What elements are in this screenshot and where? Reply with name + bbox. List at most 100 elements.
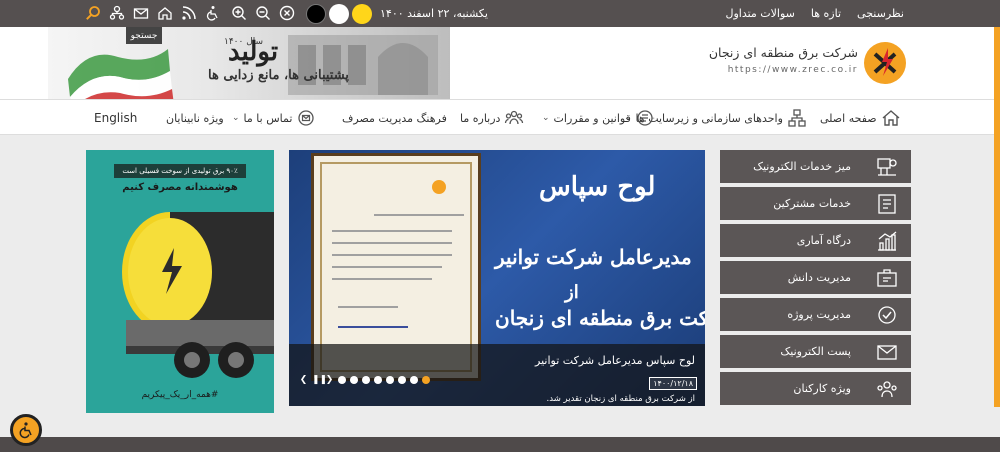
caption-title[interactable]: لوح سپاس مدیرعامل شرکت توانیر (535, 354, 695, 367)
nav-units-label: واحدهای سازمانی و زیرسایت ها (635, 111, 783, 125)
nav-home-label: صفحه اصلی (820, 111, 877, 125)
nav-contact[interactable]: تماس با ما ⌄ (232, 100, 316, 136)
accessibility-widget-button[interactable] (10, 414, 42, 446)
brand-url: https://www.zrec.co.ir (727, 65, 858, 75)
email-icon (877, 345, 897, 360)
service-label: مدیریت دانش (787, 271, 851, 284)
services-menu: میز خدمات الکترونیک خدمات مشترکین درگاه … (720, 150, 911, 405)
battery-truck-illustration (122, 212, 274, 378)
service-item[interactable]: درگاه آماری (720, 224, 911, 257)
pause-icon[interactable]: ❚❚ (312, 375, 327, 385)
contrast-yellow-button[interactable] (352, 4, 372, 24)
wheelchair-icon (19, 422, 32, 439)
zoom-in-icon[interactable] (230, 4, 248, 22)
slide-line-4: شرکت برق منطقه ای زنجان (495, 306, 705, 330)
current-date: یکشنبه، ۲۲ اسفند ۱۴۰۰ (380, 7, 488, 20)
prev-arrow-icon[interactable]: ❮ (299, 375, 308, 385)
main-content: ۹۰٪ برق تولیدی از سوخت فسیلی است هوشمندا… (0, 135, 1000, 437)
footer-band (0, 437, 1000, 452)
service-item[interactable]: خدمات مشترکین (720, 187, 911, 220)
sitemap-mail-icon[interactable] (132, 4, 150, 22)
home-icon[interactable] (156, 4, 174, 22)
caption-description: از شرکت برق منطقه ای زنجان تقدیر شد. (546, 394, 695, 404)
contrast-white-button[interactable] (329, 4, 349, 24)
search-button[interactable]: جستجو (126, 27, 162, 44)
main-nav: صفحه اصلی واحدهای سازمانی و زیرسایت ها ⌄… (0, 99, 1000, 135)
nav-culture-label: فرهنگ مدیریت مصرف (342, 111, 447, 125)
slider-controls: ❮ ❚❚ ❯ (299, 375, 430, 385)
certificate-signature (338, 326, 408, 328)
slider-dot[interactable] (362, 376, 370, 384)
nav-blind[interactable]: ویژه نابینایان (166, 100, 224, 136)
ad-title: هوشمندانه مصرف کنیم (122, 182, 238, 193)
energy-saving-ad[interactable]: ۹۰٪ برق تولیدی از سوخت فسیلی است هوشمندا… (86, 150, 274, 413)
nav-laws[interactable]: قوانین و مقررات ⌄ (542, 100, 655, 136)
brand-title[interactable]: شرکت برق منطقه ای زنجان (709, 45, 858, 60)
service-label: درگاه آماری (796, 234, 851, 247)
certificate-text-line (338, 306, 398, 308)
reset-zoom-icon[interactable] (278, 4, 296, 22)
service-item[interactable]: مدیریت دانش (720, 261, 911, 294)
caption-date: ۱۴۰۰/۱۲/۱۸ (649, 377, 697, 390)
slider-dot[interactable] (410, 376, 418, 384)
site-header: سال ۱۴۰۰ تولید پشتیبانی ها، مانع زدایی ه… (0, 27, 1000, 99)
nav-culture[interactable]: فرهنگ مدیریت مصرف (342, 100, 447, 136)
top-bar: نظرسنجی تازه ها سوالات متداول یکشنبه، ۲۲… (0, 0, 1000, 27)
page-scrollbar[interactable] (994, 27, 1000, 407)
nav-home[interactable]: صفحه اصلی (820, 100, 901, 136)
slider-dot[interactable] (386, 376, 394, 384)
service-label: میز خدمات الکترونیک (753, 160, 851, 173)
slider-dot[interactable] (374, 376, 382, 384)
top-links: نظرسنجی تازه ها سوالات متداول (725, 0, 904, 27)
contrast-black-button[interactable] (306, 4, 326, 24)
search-icon[interactable] (84, 4, 102, 22)
sitemap-icon[interactable] (108, 4, 126, 22)
certificate-text-line (332, 266, 442, 268)
project-icon (878, 306, 896, 324)
service-desk-icon (877, 158, 897, 176)
slider-dot[interactable] (338, 376, 346, 384)
customers-icon (878, 194, 896, 214)
people-icon (505, 110, 524, 125)
slider-dot[interactable] (350, 376, 358, 384)
service-item[interactable]: مدیریت پروژه (720, 298, 911, 331)
accessibility-icon[interactable] (204, 4, 222, 22)
service-item[interactable]: پست الکترونیک (720, 335, 911, 368)
slide-line-2: مدیرعامل شرکت توانیر (495, 245, 692, 269)
chevron-down-icon: ⌄ (232, 113, 240, 123)
chevron-down-icon: ⌄ (542, 113, 550, 123)
stats-chart-icon (878, 231, 897, 251)
knowledge-icon (877, 269, 897, 287)
service-item[interactable]: ویژه کارکنان (720, 372, 911, 405)
nav-english[interactable]: English (94, 100, 137, 136)
top-link-survey[interactable]: نظرسنجی (857, 7, 904, 20)
slider-dot-active[interactable] (422, 376, 430, 384)
contact-icon (298, 110, 315, 126)
company-logo-icon[interactable] (862, 40, 908, 86)
nav-laws-label: قوانین و مقررات (553, 111, 631, 125)
rss-icon[interactable] (180, 4, 198, 22)
hero-banner: سال ۱۴۰۰ تولید پشتیبانی ها، مانع زدایی ه… (48, 27, 450, 99)
slide-line-3: از (565, 282, 579, 303)
service-item[interactable]: میز خدمات الکترونیک (720, 150, 911, 183)
nav-about[interactable]: درباره ما (460, 100, 524, 136)
ad-badge: ۹۰٪ برق تولیدی از سوخت فسیلی است (114, 164, 246, 178)
top-link-faq[interactable]: سوالات متداول (725, 7, 794, 20)
nav-english-label: English (94, 111, 138, 125)
zoom-out-icon[interactable] (254, 4, 272, 22)
laws-icon (637, 110, 653, 126)
top-link-news[interactable]: تازه ها (811, 7, 841, 20)
nav-blind-label: ویژه نابینایان (166, 111, 224, 125)
banner-subtitle: پشتیبانی ها، مانع زدایی ها (208, 68, 349, 83)
certificate-text-line (332, 230, 452, 232)
next-arrow-icon[interactable]: ❯ (325, 375, 334, 385)
banner-title: تولید (228, 37, 279, 67)
slider-dot[interactable] (398, 376, 406, 384)
nav-contact-label: تماس با ما (243, 111, 293, 125)
certificate-text-line (374, 214, 464, 216)
service-label: مدیریت پروژه (787, 308, 851, 321)
news-slider[interactable]: لوح سپاس مدیرعامل شرکت توانیر از شرکت بر… (289, 150, 705, 406)
staff-icon (877, 381, 897, 398)
certificate-text-line (332, 242, 452, 244)
ad-slogan: #همه_ار_یک_پیکریم (141, 390, 219, 400)
